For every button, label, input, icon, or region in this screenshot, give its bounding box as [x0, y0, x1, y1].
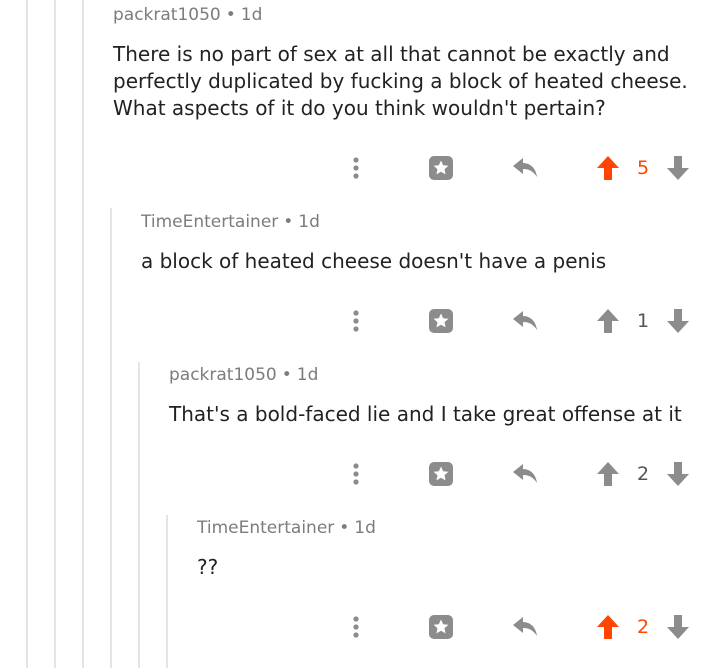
downvote-button[interactable]	[665, 301, 691, 341]
more-options-icon	[353, 463, 359, 485]
downvote-icon	[667, 462, 689, 486]
comment-body: a block of heated cheese doesn't have a …	[141, 248, 606, 275]
vote-score: 5	[636, 157, 650, 179]
thread-line-4[interactable]	[110, 208, 112, 668]
reply-icon	[513, 311, 537, 330]
upvote-button[interactable]	[595, 148, 621, 188]
comment-meta: TimeEntertainer • 1d	[197, 518, 376, 538]
comment-age: 1d	[298, 212, 320, 232]
comment-body: ??	[197, 554, 218, 581]
downvote-button[interactable]	[665, 454, 691, 494]
more-options-icon	[353, 157, 359, 179]
comment-actions: 2	[0, 454, 720, 494]
reply-icon	[513, 158, 537, 177]
more-options-icon	[353, 616, 359, 638]
reply-button[interactable]	[510, 301, 540, 341]
comment-actions: 2	[0, 607, 720, 647]
comment-body-line: What aspects of it do you think wouldn't…	[113, 96, 606, 120]
meta-separator: •	[281, 365, 292, 385]
more-options-button[interactable]	[344, 607, 368, 647]
comment-body-line: perfectly duplicated by fucking a block …	[113, 69, 688, 93]
reply-icon	[513, 617, 537, 636]
more-options-button[interactable]	[344, 148, 368, 188]
award-icon	[429, 462, 453, 486]
award-button[interactable]	[426, 607, 456, 647]
comment-body-line: ??	[197, 555, 219, 579]
comment-meta: packrat1050 • 1d	[113, 5, 262, 25]
comment-body-line: That's a bold-faced lie and I take great…	[169, 402, 682, 426]
downvote-button[interactable]	[665, 148, 691, 188]
comment-meta: TimeEntertainer • 1d	[141, 212, 320, 232]
more-options-button[interactable]	[344, 454, 368, 494]
more-options-icon	[353, 310, 359, 332]
award-icon	[429, 156, 453, 180]
downvote-icon	[667, 309, 689, 333]
award-button[interactable]	[426, 454, 456, 494]
meta-separator: •	[283, 212, 294, 232]
comment-actions: 1	[0, 301, 720, 341]
upvote-icon	[597, 462, 619, 486]
reply-button[interactable]	[510, 607, 540, 647]
comment-age: 1d	[354, 518, 376, 538]
downvote-icon	[667, 156, 689, 180]
comment-body-line: There is no part of sex at all that cann…	[113, 42, 670, 66]
more-options-button[interactable]	[344, 301, 368, 341]
comment-age: 1d	[296, 365, 319, 385]
meta-separator: •	[225, 5, 236, 25]
award-button[interactable]	[426, 148, 456, 188]
vote-score: 2	[636, 616, 650, 638]
comment-body: There is no part of sex at all that cann…	[113, 41, 688, 122]
author-name[interactable]: TimeEntertainer	[197, 518, 334, 538]
downvote-button[interactable]	[665, 607, 691, 647]
upvote-icon	[597, 156, 619, 180]
reply-button[interactable]	[510, 148, 540, 188]
meta-separator: •	[339, 518, 350, 538]
comment-actions: 5	[0, 148, 720, 188]
vote-score: 1	[636, 310, 650, 332]
award-icon	[429, 309, 453, 333]
reply-button[interactable]	[510, 454, 540, 494]
upvote-icon	[597, 615, 619, 639]
award-button[interactable]	[426, 301, 456, 341]
award-icon	[429, 615, 453, 639]
downvote-icon	[667, 615, 689, 639]
upvote-icon	[597, 309, 619, 333]
comment-body: That's a bold-faced lie and I take great…	[169, 401, 682, 428]
author-name[interactable]: packrat1050	[113, 5, 221, 25]
author-name[interactable]: TimeEntertainer	[141, 212, 278, 232]
vote-score: 2	[636, 463, 650, 485]
comment-age: 1d	[240, 5, 263, 25]
upvote-button[interactable]	[595, 454, 621, 494]
upvote-button[interactable]	[595, 607, 621, 647]
reply-icon	[513, 464, 537, 483]
author-name[interactable]: packrat1050	[169, 365, 277, 385]
comment-meta: packrat1050 • 1d	[169, 365, 318, 385]
upvote-button[interactable]	[595, 301, 621, 341]
comment-body-line: a block of heated cheese doesn't have a …	[141, 249, 607, 273]
